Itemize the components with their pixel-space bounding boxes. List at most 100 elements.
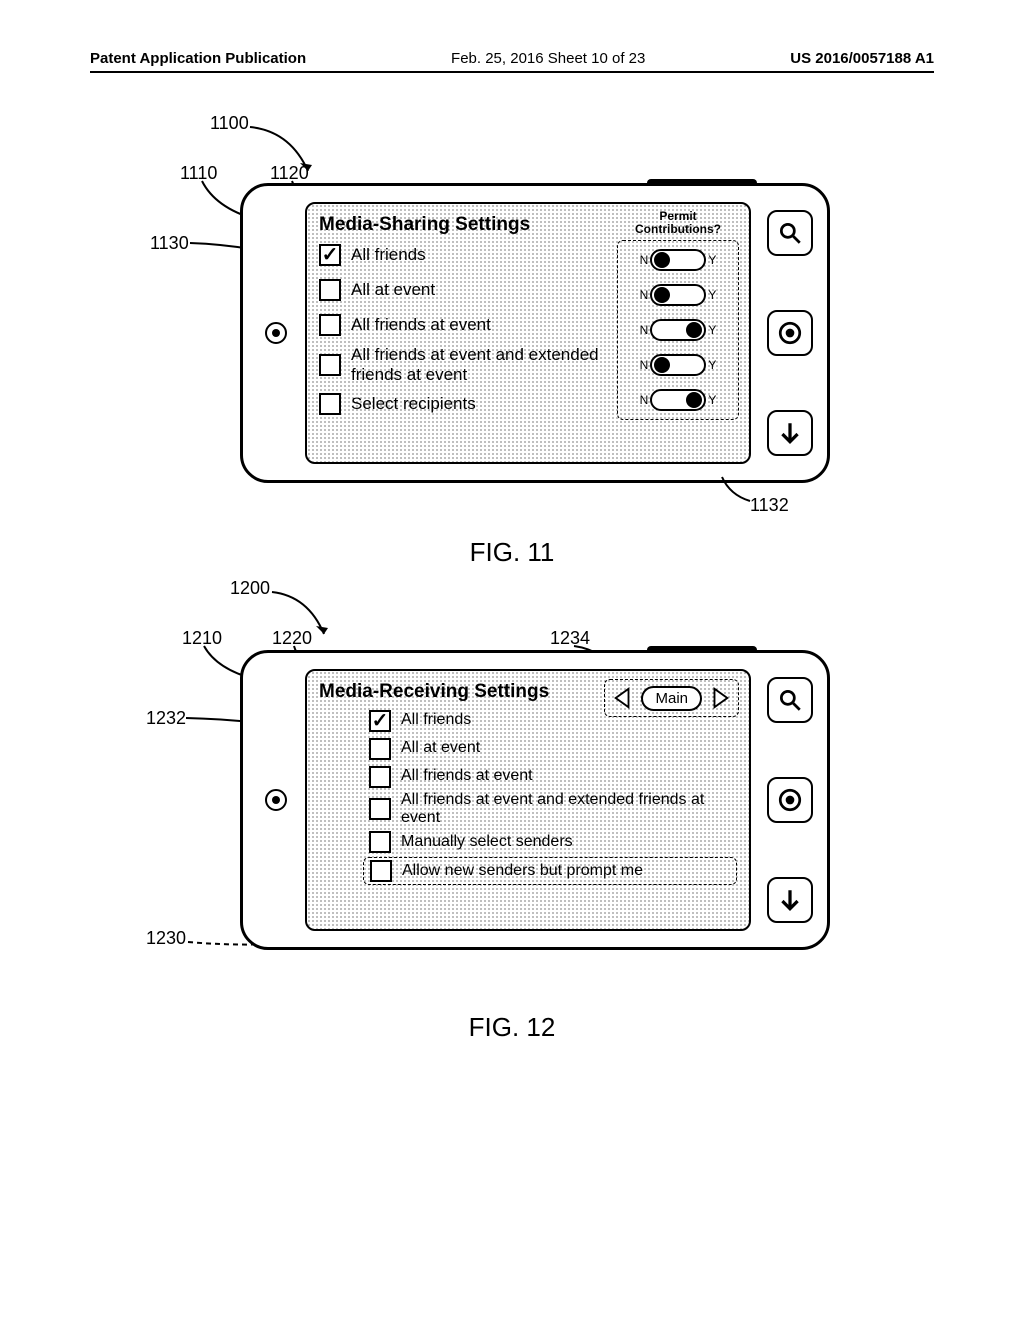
- toggle-row-0: N Y: [621, 247, 735, 273]
- camera-button[interactable]: [767, 310, 813, 356]
- permit-column: Permit Contributions? N Y N Y: [617, 210, 739, 420]
- checkbox[interactable]: [369, 710, 391, 732]
- device-fig11: Media-Sharing Settings All friends All a…: [240, 183, 830, 483]
- chevron-left-icon: [612, 686, 634, 710]
- download-button[interactable]: [767, 410, 813, 456]
- checkbox-extended-friends[interactable]: [319, 354, 341, 376]
- label: Manually select senders: [401, 833, 737, 851]
- option-select-recipients[interactable]: Select recipients: [319, 389, 609, 419]
- label-all-at-event: All at event: [351, 280, 609, 300]
- toggle-y-label: Y: [708, 323, 716, 337]
- recv-option-all-friends-at-event[interactable]: All friends at event: [369, 763, 737, 790]
- toggle-y-label: Y: [708, 253, 716, 267]
- callout-1220: 1220: [272, 628, 312, 649]
- sharing-options: All friends All at event All friends at …: [319, 240, 609, 454]
- toggle-n-label: N: [640, 253, 649, 267]
- toggle-2[interactable]: [650, 319, 706, 341]
- album-pill[interactable]: Main: [641, 686, 702, 711]
- header-mid: Feb. 25, 2016 Sheet 10 of 23: [451, 50, 645, 67]
- callout-1232: 1232: [146, 708, 186, 729]
- screen-fig12: Media-Receiving Settings Main All friend…: [305, 669, 751, 931]
- toggle-0[interactable]: [650, 249, 706, 271]
- option-all-friends[interactable]: All friends: [319, 240, 609, 270]
- label-all-friends: All friends: [351, 245, 609, 265]
- toggle-row-4: N Y: [621, 387, 735, 413]
- toggle-y-label: Y: [708, 358, 716, 372]
- label-select-recipients: Select recipients: [351, 394, 609, 414]
- callout-1130: 1130: [150, 233, 189, 254]
- screen-fig11: Media-Sharing Settings All friends All a…: [305, 202, 751, 464]
- label-extended-friends: All friends at event and extended friend…: [351, 345, 609, 384]
- magnifier-icon: [777, 687, 803, 713]
- toggle-y-label: Y: [708, 393, 716, 407]
- recv-option-extended[interactable]: All friends at event and extended friend…: [369, 791, 737, 828]
- camera-lens-icon: [265, 789, 287, 811]
- callout-1132: 1132: [750, 495, 789, 516]
- option-all-at-event[interactable]: All at event: [319, 275, 609, 305]
- recv-option-manual[interactable]: Manually select senders: [369, 829, 737, 856]
- callout-1230: 1230: [146, 928, 186, 949]
- search-button[interactable]: [767, 677, 813, 723]
- download-button[interactable]: [767, 877, 813, 923]
- callout-1110: 1110: [180, 163, 217, 184]
- toggle-n-label: N: [640, 288, 649, 302]
- checkbox[interactable]: [370, 860, 392, 882]
- toggle-knob-icon: [654, 287, 670, 303]
- toggle-knob-icon: [686, 392, 702, 408]
- header-right: US 2016/0057188 A1: [790, 50, 934, 67]
- checkbox[interactable]: [369, 766, 391, 788]
- toggle-row-1: N Y: [621, 282, 735, 308]
- shutter-button[interactable]: [647, 179, 757, 186]
- option-extended-friends[interactable]: All friends at event and extended friend…: [319, 345, 609, 384]
- callout-1120: 1120: [270, 163, 309, 184]
- fig12-area: 1200 1210 1220 1234 1232 1230 Media-Rece…: [90, 578, 934, 998]
- device-fig12: Media-Receiving Settings Main All friend…: [240, 650, 830, 950]
- checkbox-select-recipients[interactable]: [319, 393, 341, 415]
- toggle-knob-icon: [654, 252, 670, 268]
- permit-header: Permit Contributions?: [617, 210, 739, 236]
- checkbox[interactable]: [369, 738, 391, 760]
- fig11-area: 1100 1110 1120 1130 Media-Sharing Settin…: [90, 103, 934, 523]
- toggle-y-label: Y: [708, 288, 716, 302]
- toggle-4[interactable]: [650, 389, 706, 411]
- callout-1210: 1210: [182, 628, 222, 649]
- label: All friends at event and extended friend…: [401, 791, 737, 828]
- callout-1234: 1234: [550, 628, 590, 649]
- aperture-icon: [777, 787, 803, 813]
- callout-1200: 1200: [230, 578, 270, 599]
- checkbox[interactable]: [369, 798, 391, 820]
- shutter-button[interactable]: [647, 646, 757, 653]
- toggle-row-2: N Y: [621, 317, 735, 343]
- prev-button[interactable]: [611, 684, 635, 712]
- label-all-friends-at-event: All friends at event: [351, 315, 609, 335]
- option-all-friends-at-event[interactable]: All friends at event: [319, 310, 609, 340]
- checkbox[interactable]: [369, 831, 391, 853]
- checkbox-all-at-event[interactable]: [319, 279, 341, 301]
- recv-option-allow-new[interactable]: Allow new senders but prompt me: [363, 857, 737, 885]
- checkbox-all-friends-at-event[interactable]: [319, 314, 341, 336]
- checkbox-all-friends[interactable]: [319, 244, 341, 266]
- chevron-right-icon: [709, 686, 731, 710]
- page: Patent Application Publication Feb. 25, …: [0, 0, 1024, 1320]
- label: All at event: [401, 739, 737, 757]
- toggle-knob-icon: [654, 357, 670, 373]
- camera-button[interactable]: [767, 777, 813, 823]
- toggle-1[interactable]: [650, 284, 706, 306]
- recv-option-all-at-event[interactable]: All at event: [369, 735, 737, 762]
- album-chooser: Main: [604, 679, 739, 717]
- fig11-label: FIG. 11: [90, 537, 934, 568]
- camera-lens-icon: [265, 322, 287, 344]
- callout-1100: 1100: [210, 113, 249, 134]
- next-button[interactable]: [708, 684, 732, 712]
- toggle-3[interactable]: [650, 354, 706, 376]
- receiving-options: All friends All at event All friends at …: [369, 707, 737, 885]
- label: Allow new senders but prompt me: [402, 862, 730, 880]
- magnifier-icon: [777, 220, 803, 246]
- toggle-knob-icon: [686, 322, 702, 338]
- search-button[interactable]: [767, 210, 813, 256]
- arrow-down-icon: [777, 420, 803, 446]
- side-buttons-fig11: [767, 210, 815, 456]
- label: All friends at event: [401, 767, 737, 785]
- arrow-down-icon: [777, 887, 803, 913]
- side-buttons-fig12: [767, 677, 815, 923]
